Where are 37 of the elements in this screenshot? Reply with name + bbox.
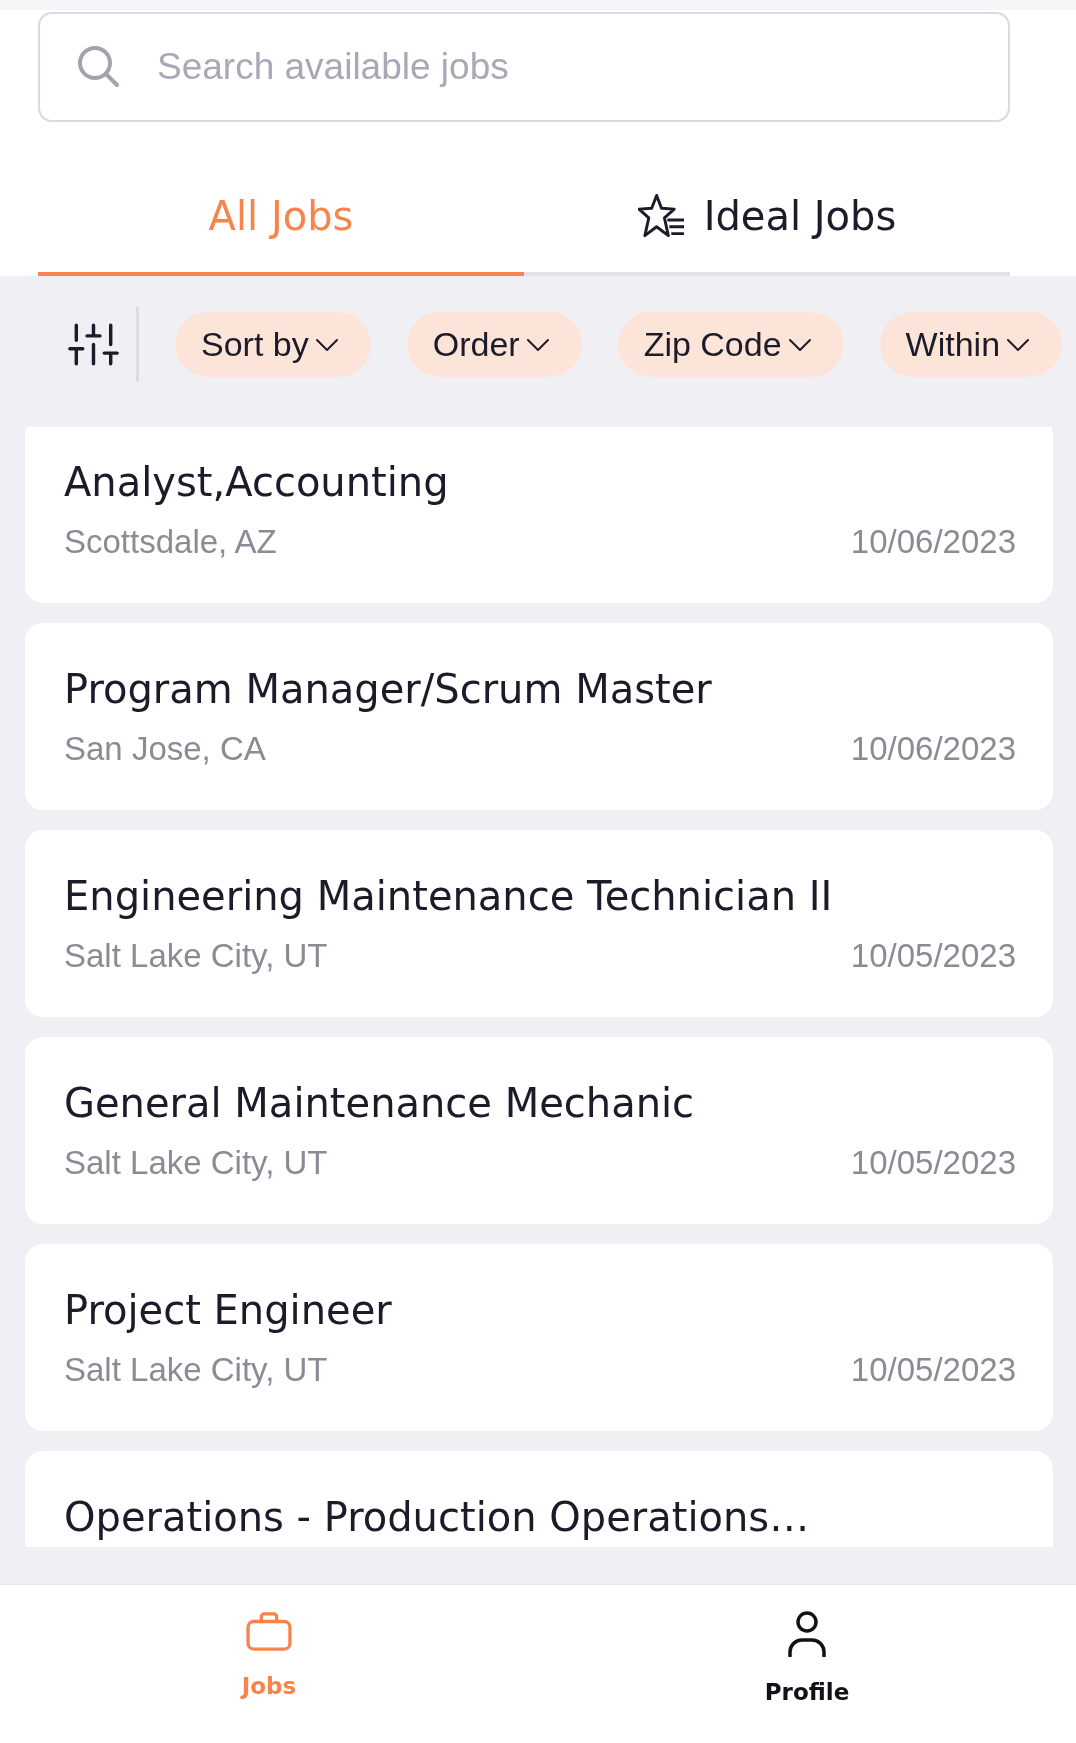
chevron-down-icon: [525, 337, 550, 352]
person-icon: [787, 1611, 827, 1657]
job-date: 10/06/2023: [850, 522, 1016, 562]
job-title: Project Engineer: [64, 1286, 393, 1334]
job-card[interactable]: Program Manager/Scrum Master San Jose, CA 10/06/2023: [25, 623, 1053, 810]
job-card[interactable]: Project Engineer Salt Lake City, UT 10/05/2023: [25, 1244, 1053, 1431]
filter-dropdown[interactable]: Within: [879, 312, 1063, 377]
filter-icon[interactable]: [67, 323, 120, 366]
search-icon: [78, 46, 120, 88]
filter-dropdown[interactable]: Sort by: [175, 312, 371, 377]
job-date: 10/06/2023: [850, 729, 1016, 769]
job-location: Salt Lake City, UT: [64, 936, 328, 976]
search-field[interactable]: Search available jobs: [38, 12, 1010, 122]
job-location: Scottsdale, AZ: [64, 522, 277, 562]
star-list-icon: [637, 193, 685, 239]
chevron-down-icon: [314, 337, 339, 352]
job-location: Salt Lake City, UT: [64, 1350, 328, 1390]
job-location: Salt Lake City, UT: [64, 1143, 328, 1183]
filter-dropdown[interactable]: Zip Code: [617, 312, 844, 377]
job-title: Program Manager/Scrum Master: [64, 665, 713, 713]
job-card[interactable]: Analyst,Accounting Scottsdale, AZ 10/06/2023: [25, 427, 1053, 603]
nav-item[interactable]: Profile: [538, 1585, 1076, 1743]
job-title: Analyst,Accounting: [64, 458, 450, 506]
filter-dropdown[interactable]: Order: [406, 312, 582, 377]
job-card[interactable]: Engineering Maintenance Technician II Salt Lake City, UT 10/05/2023: [25, 830, 1053, 1017]
job-location: San Jose, CA: [64, 729, 266, 769]
job-date: 10/05/2023: [850, 1350, 1016, 1390]
chevron-down-icon: [787, 337, 812, 352]
job-date: 10/05/2023: [850, 936, 1016, 976]
job-title: Operations - Production Operations…: [64, 1493, 811, 1541]
job-card[interactable]: General Maintenance Mechanic Salt Lake City, UT 10/05/2023: [25, 1037, 1053, 1224]
job-date: 10/05/2023: [850, 1143, 1016, 1183]
job-card[interactable]: Operations - Production Operations…: [25, 1451, 1053, 1547]
job-title: Engineering Maintenance Technician II: [64, 872, 834, 920]
chevron-down-icon: [1006, 337, 1031, 352]
job-title: General Maintenance Mechanic: [64, 1079, 696, 1127]
briefcase-icon: [246, 1611, 292, 1651]
